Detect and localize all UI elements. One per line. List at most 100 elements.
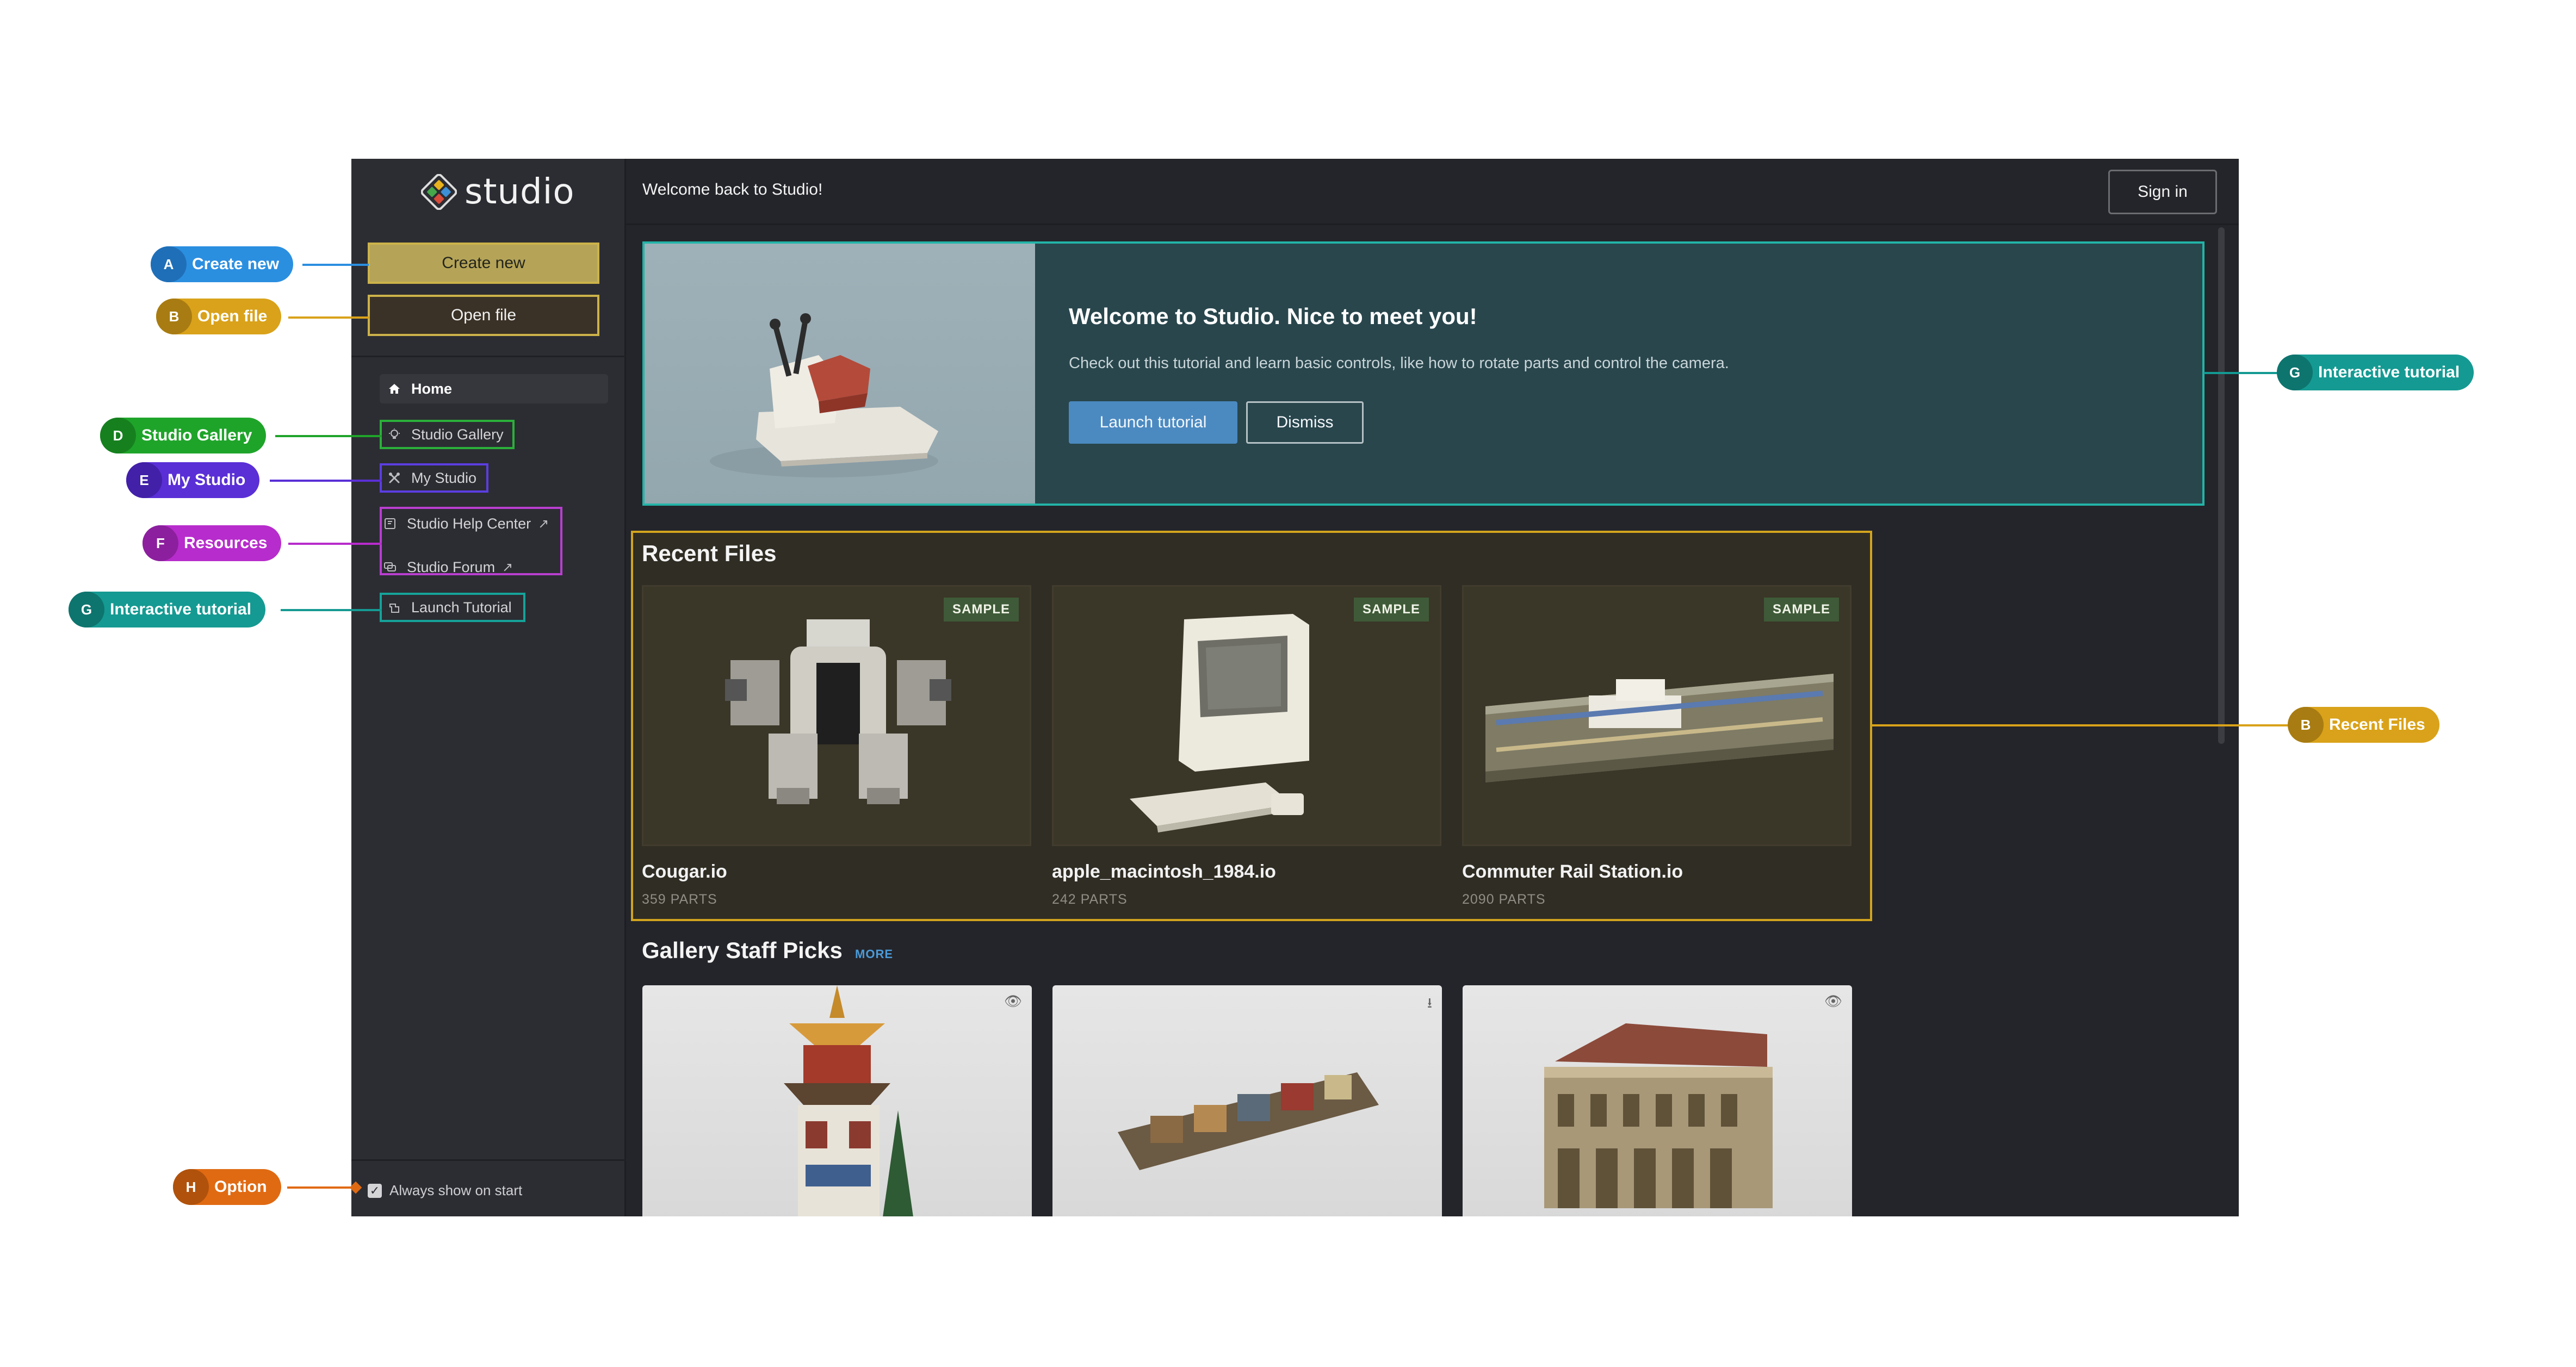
- sample-badge: SAMPLE: [1353, 598, 1429, 622]
- callout-letter: B: [156, 299, 192, 334]
- sidebar-item-help-center[interactable]: Studio Help Center ↗: [383, 509, 550, 538]
- sidebar-item-label: My Studio: [411, 469, 477, 486]
- sidebar: studio Create new Open file Home Studio …: [351, 159, 626, 1216]
- rail-station-thumbnail: [1485, 674, 1834, 782]
- callout-leader: [270, 480, 382, 482]
- callout-letter: A: [151, 246, 187, 282]
- sample-badge: SAMPLE: [1763, 598, 1839, 622]
- sidebar-item-home[interactable]: Home: [380, 374, 608, 403]
- callout-leader: [1872, 724, 2290, 726]
- sidebar-item-label: Studio Help Center: [407, 515, 531, 532]
- callout-label: Create new: [192, 255, 280, 273]
- callout-option: H Option: [173, 1169, 281, 1205]
- callout-letter: G: [2277, 355, 2313, 390]
- file-name: Cougar.io: [642, 861, 727, 882]
- tutorial-title: Welcome to Studio. Nice to meet you!: [1069, 303, 1477, 329]
- sidebar-item-label: Studio Gallery: [411, 426, 504, 443]
- studio-logo-icon: [420, 173, 457, 210]
- eye-icon: 👁: [1004, 993, 1022, 1009]
- option-label: Always show on start: [389, 1182, 523, 1198]
- always-show-option[interactable]: ✓ Always show on start: [368, 1182, 522, 1199]
- callout-label: Open file: [197, 307, 268, 325]
- studio-logo-text: studio: [465, 172, 575, 212]
- sidebar-divider: [351, 1159, 626, 1161]
- callout-leader: [281, 609, 382, 611]
- sidebar-item-label: Studio Forum: [407, 558, 496, 575]
- callout-leader: [288, 316, 370, 319]
- recent-file-card[interactable]: SAMPLE: [1462, 585, 1852, 846]
- callout-leader: [2204, 372, 2279, 374]
- pagoda-thumbnail: [784, 985, 913, 1216]
- callout-my-studio: E My Studio: [126, 462, 260, 498]
- tutorial-banner: Welcome to Studio. Nice to meet you! Che…: [642, 241, 2205, 506]
- tutorial-illustration: [645, 244, 1035, 504]
- page-title: Welcome back to Studio!: [642, 181, 823, 198]
- hand-pointer-icon: [387, 600, 401, 614]
- external-link-icon: ↗: [502, 560, 513, 575]
- sign-in-button[interactable]: Sign in: [2108, 170, 2217, 214]
- train-cargo-thumbnail: [1118, 1072, 1379, 1170]
- callout-letter: D: [100, 418, 136, 453]
- file-part-count: 242 PARTS: [1052, 892, 1128, 907]
- gallery-card[interactable]: ⭳: [1052, 985, 1442, 1216]
- sidebar-item-label: Home: [411, 380, 453, 397]
- file-name: apple_macintosh_1984.io: [1052, 861, 1276, 882]
- scrollbar[interactable]: [2218, 227, 2225, 744]
- recent-file-card[interactable]: SAMPLE: [642, 585, 1031, 846]
- building-thumbnail: [1544, 1023, 1773, 1208]
- file-name: Commuter Rail Station.io: [1462, 861, 1683, 882]
- download-icon: ⭳: [1427, 995, 1432, 1011]
- sidebar-item-studio-gallery[interactable]: Studio Gallery: [380, 420, 515, 449]
- callout-letter: H: [173, 1169, 209, 1205]
- callout-studio-gallery: D Studio Gallery: [100, 418, 267, 453]
- tools-icon: [387, 471, 401, 485]
- gallery-card[interactable]: 👁: [642, 985, 1032, 1216]
- sidebar-divider: [351, 356, 626, 357]
- tutorial-description: Check out this tutorial and learn basic …: [1069, 355, 1729, 372]
- callout-label: Recent Files: [2329, 716, 2425, 734]
- callout-interactive-tutorial-left: G Interactive tutorial: [69, 592, 266, 627]
- sidebar-item-forum[interactable]: Studio Forum ↗: [383, 552, 515, 582]
- sidebar-item-launch-tutorial[interactable]: Launch Tutorial: [380, 593, 525, 622]
- callout-label: Studio Gallery: [141, 426, 252, 444]
- callout-recent-files: B Recent Files: [2288, 707, 2439, 743]
- book-icon: [383, 517, 397, 531]
- callout-open-file: B Open file: [156, 299, 282, 334]
- callout-letter: F: [143, 525, 178, 561]
- callout-create-new: A Create new: [151, 246, 294, 282]
- studio-logo: studio: [420, 170, 575, 214]
- callout-leader: [275, 435, 382, 437]
- callout-leader: [288, 543, 382, 545]
- more-link[interactable]: MORE: [855, 947, 893, 961]
- sidebar-item-my-studio[interactable]: My Studio: [380, 463, 488, 493]
- callout-leader: [287, 1186, 355, 1189]
- create-new-button[interactable]: Create new: [368, 243, 599, 284]
- cougar-thumbnail: [725, 619, 951, 804]
- open-file-button[interactable]: Open file: [368, 295, 599, 336]
- callout-leader: [302, 264, 369, 266]
- callout-label: Interactive tutorial: [2318, 363, 2460, 381]
- callout-letter: B: [2288, 707, 2324, 743]
- callout-label: Resources: [184, 534, 268, 552]
- callout-resources: F Resources: [143, 525, 282, 561]
- file-part-count: 2090 PARTS: [1462, 892, 1546, 907]
- sample-badge: SAMPLE: [943, 598, 1019, 622]
- callout-label: Interactive tutorial: [110, 600, 252, 618]
- recent-files-section: Recent Files SAMPLE Cougar.io 359 PARTS …: [631, 531, 1872, 921]
- section-title: Recent Files: [642, 540, 777, 566]
- dismiss-button[interactable]: Dismiss: [1246, 401, 1364, 444]
- section-title: Gallery Staff Picks: [642, 937, 843, 963]
- chat-icon: [383, 560, 397, 574]
- launch-tutorial-button[interactable]: Launch tutorial: [1069, 401, 1237, 444]
- studio-app-window: studio Create new Open file Home Studio …: [351, 159, 2239, 1216]
- callout-letter: E: [126, 462, 162, 498]
- checkbox-checked-icon[interactable]: ✓: [368, 1183, 382, 1198]
- macintosh-thumbnail: [1130, 614, 1309, 832]
- file-part-count: 359 PARTS: [642, 892, 717, 907]
- sidebar-item-label: Launch Tutorial: [411, 599, 512, 616]
- gallery-card[interactable]: 👁: [1463, 985, 1852, 1216]
- callout-label: Option: [214, 1178, 267, 1196]
- recent-file-card[interactable]: SAMPLE: [1052, 585, 1441, 846]
- top-bar: Welcome back to Studio! Sign in: [626, 159, 2239, 225]
- external-link-icon: ↗: [538, 516, 549, 531]
